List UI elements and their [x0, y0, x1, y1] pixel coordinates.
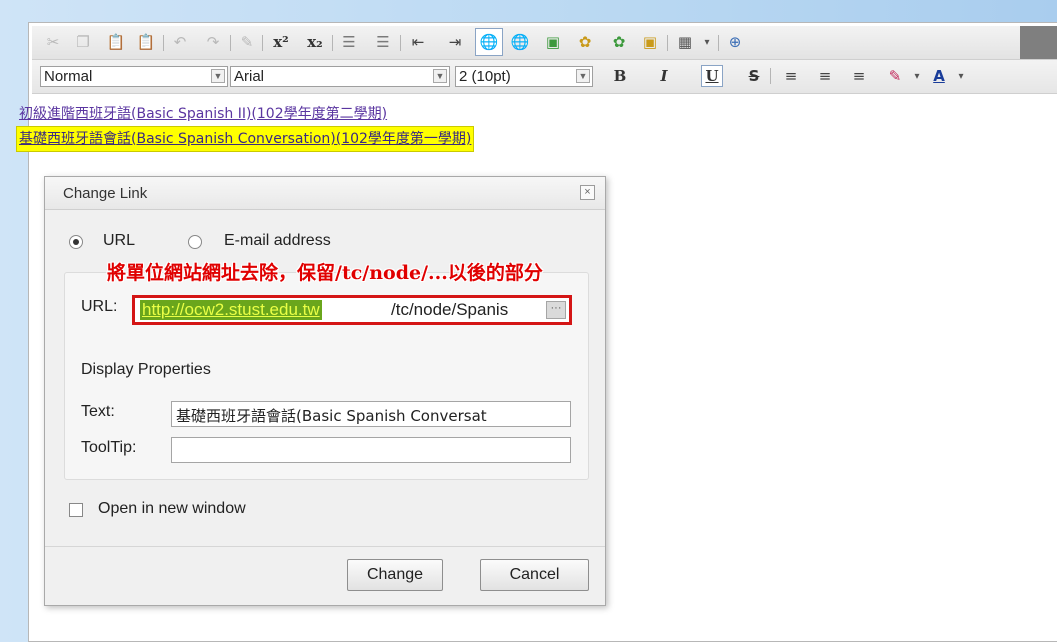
- display-properties-heading: Display Properties: [81, 361, 211, 378]
- paste-icon[interactable]: 📋: [105, 31, 127, 53]
- dialog-title: Change Link: [63, 185, 148, 202]
- toolbar-separator: [400, 35, 401, 51]
- tooltip-input[interactable]: [171, 437, 571, 463]
- image-icon[interactable]: ▣: [542, 31, 564, 53]
- underline-button[interactable]: U: [701, 65, 723, 87]
- toolbar-separator: [718, 35, 719, 51]
- toolbar-separator: [667, 35, 668, 51]
- font-size-value: 2 (10pt): [459, 68, 511, 85]
- toolbar-separator: [262, 35, 263, 51]
- superscript-icon[interactable]: x²: [270, 31, 292, 53]
- paste-word-icon[interactable]: 📋: [135, 31, 157, 53]
- document-content: 初級進階西班牙語(Basic Spanish II)(102學年度第二學期) 基…: [16, 102, 475, 152]
- chevron-down-icon[interactable]: ▾: [696, 31, 718, 53]
- chevron-down-icon[interactable]: ▼: [433, 69, 447, 83]
- tooltip-label: ToolTip:: [81, 439, 137, 456]
- url-remaining-text: /tc/node/Spanis: [391, 300, 509, 319]
- paragraph-style-select[interactable]: Normal ▼: [40, 66, 228, 87]
- copy-icon[interactable]: ❐: [72, 31, 94, 53]
- font-name-value: Arial: [234, 68, 265, 85]
- email-radio-label: E-mail address: [224, 232, 331, 249]
- url-radio-label: URL: [103, 232, 136, 249]
- text-input[interactable]: 基礎西班牙語會話(Basic Spanish Conversat: [171, 401, 571, 427]
- font-color-button[interactable]: A: [928, 65, 950, 87]
- course-link-spanish-conversation[interactable]: 基礎西班牙語會話(Basic Spanish Conversation)(102…: [16, 126, 475, 152]
- chevron-down-icon[interactable]: ▼: [211, 69, 225, 83]
- email-radio[interactable]: [188, 235, 202, 249]
- dialog-divider: [45, 546, 605, 547]
- chevron-down-icon[interactable]: ▾: [906, 65, 928, 87]
- font-name-select[interactable]: Arial ▼: [230, 66, 450, 87]
- cancel-button[interactable]: Cancel: [480, 559, 589, 591]
- text-label: Text:: [81, 403, 115, 420]
- browse-button[interactable]: ···: [546, 301, 566, 319]
- italic-button[interactable]: I: [653, 65, 675, 87]
- change-button[interactable]: Change: [347, 559, 443, 591]
- course-link-spanish-ii[interactable]: 初級進階西班牙語(Basic Spanish II)(102學年度第二學期): [19, 102, 474, 126]
- url-selected-text: http://ocw2.stust.edu.tw: [140, 300, 322, 320]
- strikethrough-button[interactable]: S: [743, 65, 765, 87]
- indent-icon[interactable]: ⇥: [444, 31, 466, 53]
- font-size-select[interactable]: 2 (10pt) ▼: [455, 66, 593, 87]
- unordered-list-icon[interactable]: ☰: [372, 31, 394, 53]
- url-field-highlight: http://ocw2.stust.edu.tw /tc/node/Spanis…: [132, 295, 572, 325]
- annotation-text: 將單位網站網址去除，保留/tc/node/...以後的部分: [107, 262, 543, 284]
- undo-icon[interactable]: ↶: [169, 31, 191, 53]
- media-icon[interactable]: ✿: [608, 31, 630, 53]
- open-new-window-checkbox[interactable]: [69, 503, 83, 517]
- close-icon[interactable]: ×: [580, 185, 595, 200]
- chevron-down-icon[interactable]: ▾: [950, 65, 972, 87]
- hyperlink-icon[interactable]: 🌐: [475, 28, 503, 56]
- highlight-color-icon[interactable]: ✎: [884, 65, 906, 87]
- paragraph-style-value: Normal: [44, 68, 93, 85]
- align-left-icon[interactable]: ≡: [780, 65, 802, 87]
- table-icon[interactable]: ▦: [674, 31, 696, 53]
- ordered-list-icon[interactable]: ☰: [338, 31, 360, 53]
- flash-icon[interactable]: ✿: [574, 31, 596, 53]
- align-center-icon[interactable]: ≡: [814, 65, 836, 87]
- anchor-icon[interactable]: ⊕: [724, 31, 746, 53]
- cut-icon[interactable]: ✂: [42, 31, 64, 53]
- url-radio[interactable]: [69, 235, 83, 249]
- url-input[interactable]: http://ocw2.stust.edu.tw /tc/node/Spanis…: [135, 298, 569, 322]
- url-label: URL:: [81, 298, 118, 315]
- open-new-window-label: Open in new window: [98, 500, 246, 517]
- toolbar-separator: [770, 68, 771, 84]
- subscript-icon[interactable]: x₂: [304, 31, 326, 53]
- formatting-toolbar: Normal ▼ Arial ▼ 2 (10pt) ▼ B I U S ≡ ≡ …: [32, 60, 1057, 94]
- outdent-icon[interactable]: ⇤: [407, 31, 429, 53]
- chevron-down-icon[interactable]: ▼: [576, 69, 590, 83]
- format-stripper-icon[interactable]: ✎: [236, 31, 258, 53]
- unlink-icon[interactable]: 🌐: [509, 31, 531, 53]
- toolbar-separator: [332, 35, 333, 51]
- editor-toolbar: ✂ ❐ 📋 📋 ↶ ↷ ✎ x² x₂ ☰ ☰ ⇤ ⇥ 🌐 🌐 ▣ ✿ ✿ ▣ …: [32, 26, 1057, 60]
- change-link-dialog: Change Link × URL E-mail address URL: ht…: [44, 176, 606, 606]
- toolbar-separator: [163, 35, 164, 51]
- align-right-icon[interactable]: ≡: [848, 65, 870, 87]
- redo-icon[interactable]: ↷: [202, 31, 224, 53]
- toolbar-separator: [230, 35, 231, 51]
- bold-button[interactable]: B: [609, 65, 631, 87]
- text-input-value: 基礎西班牙語會話(Basic Spanish Conversat: [176, 407, 487, 425]
- dialog-titlebar: Change Link ×: [45, 177, 605, 210]
- template-icon[interactable]: ▣: [639, 31, 661, 53]
- toolbar-overflow: [1020, 26, 1057, 59]
